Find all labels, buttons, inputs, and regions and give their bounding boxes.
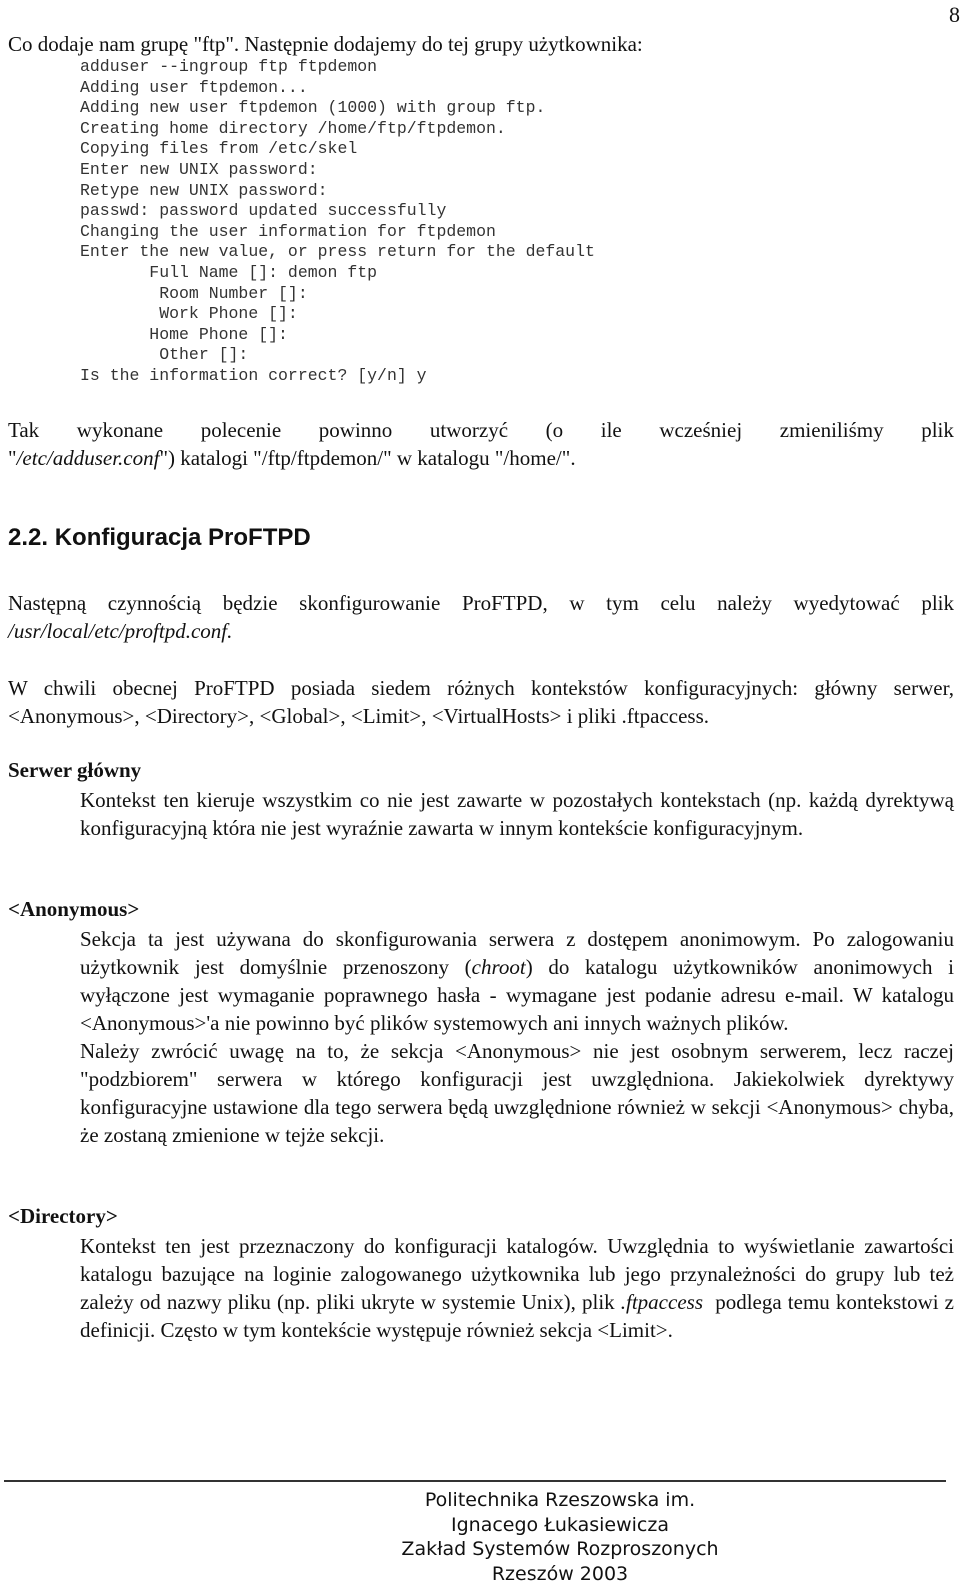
terminal-line: adduser --ingroup ftp ftpdemon <box>80 57 595 78</box>
terminal-line: Creating home directory /home/ftp/ftpdem… <box>80 119 595 140</box>
terminal-line: Room Number []: <box>80 284 595 305</box>
paragraph-line: "/etc/adduser.conf") katalogi "/ftp/ftpd… <box>8 444 954 472</box>
word: utworzyć <box>430 416 508 444</box>
page-number: 8 <box>949 2 960 28</box>
word: powinno <box>319 416 393 444</box>
footer-city-year: Rzeszów 2003 <box>380 1562 740 1586</box>
terminal-line: Retype new UNIX password: <box>80 181 595 202</box>
paragraph-line: Tak wykonane polecenie powinno utworzyć (o ile… <box>8 416 954 444</box>
quote: " <box>8 446 17 470</box>
word: plik <box>921 416 954 444</box>
word: (o <box>546 416 564 444</box>
paragraph-contexts: W chwili obecnej ProFTPD posiada siedem … <box>8 674 954 730</box>
section-body-anonymous: Sekcja ta jest używana do skonfigurowani… <box>80 925 954 1149</box>
intro-text: Co dodaje nam grupę "ftp". Następnie dod… <box>8 30 643 58</box>
word: wcześniej <box>659 416 742 444</box>
anonymous-paragraph-1: Sekcja ta jest używana do skonfigurowani… <box>80 925 954 1037</box>
section-body-directory: Kontekst ten jest przeznaczony do konfig… <box>80 1232 954 1344</box>
footer-department: Zakład Systemów Rozproszonych <box>380 1537 740 1562</box>
terminal-line: passwd: password updated successfully <box>80 201 595 222</box>
proftpd-conf-path: /usr/local/etc/proftpd.conf. <box>8 619 232 643</box>
section-heading: 2.2. Konfiguracja ProFTPD <box>8 524 311 552</box>
terminal-line: Enter the new value, or press return for… <box>80 242 595 263</box>
section-title-directory: <Directory> <box>8 1204 118 1229</box>
terminal-line: Changing the user information for ftpdem… <box>80 222 595 243</box>
paragraph-text: Następną czynnością będzie skonfigurowan… <box>8 591 954 615</box>
terminal-line: Adding user ftpdemon... <box>80 78 595 99</box>
footer-divider <box>4 1480 946 1482</box>
adduser-conf-path: /etc/adduser.conf <box>17 446 160 470</box>
paragraph-edit-config: Następną czynnością będzie skonfigurowan… <box>8 589 954 645</box>
paragraph-rest: ") katalogi "/ftp/ftpdemon/" w katalogu … <box>159 446 575 470</box>
terminal-line: Adding new user ftpdemon (1000) with gro… <box>80 98 595 119</box>
word: wykonane <box>77 416 163 444</box>
terminal-line: Full Name []: demon ftp <box>80 263 595 284</box>
section-title-anonymous: <Anonymous> <box>8 897 139 922</box>
word: Tak <box>8 416 39 444</box>
word: zmieniliśmy <box>780 416 884 444</box>
section-body-main-server: Kontekst ten kieruje wszystkim co nie je… <box>80 786 954 842</box>
paragraph-adduser-result: Tak wykonane polecenie powinno utworzyć (o ile… <box>8 416 954 472</box>
word: polecenie <box>201 416 281 444</box>
anonymous-paragraph-2: Należy zwrócić uwagę na to, że sekcja <A… <box>80 1037 954 1149</box>
word: ile <box>601 416 622 444</box>
terminal-line: Other []: <box>80 345 595 366</box>
footer-university: Politechnika Rzeszowska im. Ignacego Łuk… <box>380 1488 740 1537</box>
footer: Politechnika Rzeszowska im. Ignacego Łuk… <box>380 1488 740 1586</box>
section-title-main-server: Serwer główny <box>8 758 141 783</box>
terminal-line: Is the information correct? [y/n] y <box>80 366 595 387</box>
ftpaccess-term: .ftpaccess <box>621 1290 703 1314</box>
terminal-line: Enter new UNIX password: <box>80 160 595 181</box>
chroot-term: chroot <box>472 955 526 979</box>
terminal-line: Copying files from /etc/skel <box>80 139 595 160</box>
terminal-line: Work Phone []: <box>80 304 595 325</box>
terminal-line: Home Phone []: <box>80 325 595 346</box>
terminal-output: adduser --ingroup ftp ftpdemonAdding use… <box>80 57 595 387</box>
